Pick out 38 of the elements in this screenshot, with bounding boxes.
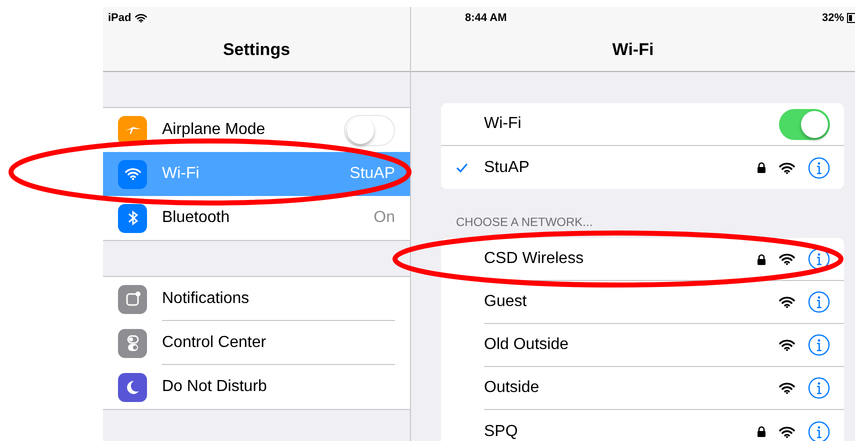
toggle-switch[interactable]: [344, 114, 395, 146]
info-icon[interactable]: [808, 334, 830, 356]
network-row[interactable]: Guest: [441, 281, 844, 324]
info-icon[interactable]: [808, 248, 830, 270]
toggle-switch[interactable]: [779, 108, 830, 140]
info-icon[interactable]: [808, 291, 830, 313]
network-name: Old Outside: [484, 335, 570, 355]
status-time: 8:44 AM: [465, 10, 508, 26]
network-name: StuAP: [484, 158, 530, 178]
network-row[interactable]: Old Outside: [441, 324, 844, 367]
wifi-signal-icon: [779, 296, 795, 308]
setting-value: On: [374, 208, 395, 228]
network-name: Outside: [484, 378, 540, 398]
info-icon[interactable]: [808, 377, 830, 399]
section-header: CHOOSE A NETWORK...: [456, 214, 594, 231]
battery-percent: 32%: [822, 10, 844, 26]
device-name: iPad: [108, 10, 132, 26]
wifi-row: Wi-Fi: [441, 103, 844, 146]
battery-icon: [847, 13, 855, 23]
wifi-signal-icon: [779, 426, 795, 438]
wifi-signal-icon: [779, 162, 795, 174]
network-name: CSD Wireless: [484, 249, 585, 269]
wifi-signal-icon: [779, 253, 795, 265]
info-icon[interactable]: [808, 156, 830, 178]
wifi-signal-icon: [779, 339, 795, 351]
setting-value: StuAP: [350, 164, 395, 184]
wifi-signal-icon: [135, 13, 148, 23]
network-row[interactable]: SPQ: [441, 410, 844, 441]
network-name: SPQ: [484, 422, 519, 441]
header-title: Settings: [222, 39, 290, 62]
wifi-signal-icon: [779, 382, 795, 394]
network-name: Guest: [484, 292, 528, 312]
header-title: Wi-Fi: [612, 39, 654, 62]
network-row[interactable]: CSD Wireless: [441, 238, 844, 281]
checkmark-icon: [456, 162, 468, 172]
network-row[interactable]: Outside: [441, 367, 844, 410]
network-row[interactable]: StuAP: [441, 146, 844, 189]
info-icon[interactable]: [808, 420, 830, 441]
